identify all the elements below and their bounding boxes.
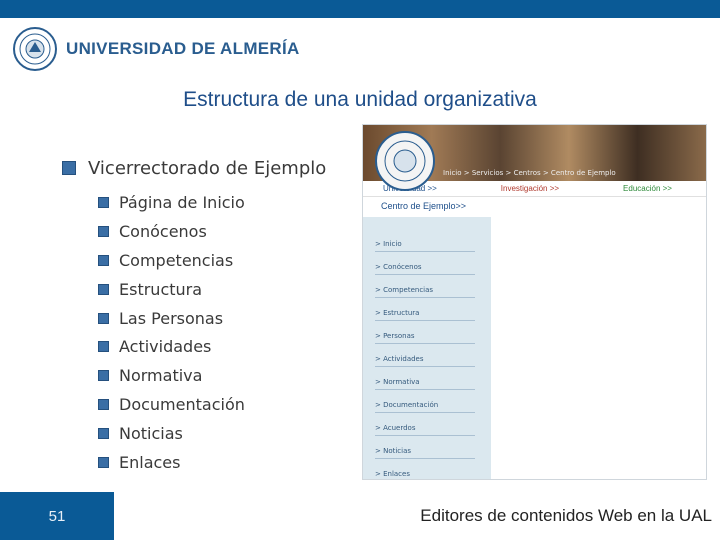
sub-bullet-text: Estructura: [119, 279, 203, 299]
bullet-square-icon: [98, 428, 109, 440]
sub-bullet-text: Página de Inicio: [119, 192, 245, 212]
sub-bullet: Enlaces: [98, 448, 326, 477]
sidebar-item[interactable]: > Noticias: [375, 436, 475, 459]
sidebar-item[interactable]: > Competencias: [375, 275, 475, 298]
slide-title: Estructura de una unidad organizativa: [183, 88, 537, 111]
site-sidebar: > Inicio > Conócenos > Competencias > Es…: [363, 217, 491, 479]
sub-bullet-list: Página de Inicio Conócenos Competencias …: [98, 188, 326, 477]
footer: 51 Editores de contenidos Web en la UAL: [0, 492, 720, 540]
sub-bullet-text: Actividades: [119, 337, 212, 357]
sub-bullet-text: Enlaces: [119, 452, 181, 472]
bullet-square-icon: [98, 254, 109, 266]
bullet-square-icon: [98, 283, 109, 295]
sub-bullet: Actividades: [98, 332, 326, 361]
bullet-square-icon: [98, 196, 109, 208]
sub-bullet-text: Documentación: [119, 395, 245, 415]
sub-bullet-text: Noticias: [119, 424, 183, 444]
top-bar: [0, 0, 720, 18]
sub-bullet-text: Competencias: [119, 250, 234, 270]
page-number: 51: [0, 492, 114, 540]
menu-investigacion[interactable]: Investigación >>: [501, 184, 559, 193]
sidebar-item[interactable]: > Personas: [375, 321, 475, 344]
bullet-square-icon: [98, 370, 109, 382]
sidebar-item[interactable]: > Estructura: [375, 298, 475, 321]
sub-bullet: Conócenos: [98, 217, 326, 246]
section-title: Centro de Ejemplo>>: [381, 201, 467, 211]
breadcrumb: Inicio > Servicios > Centros > Centro de…: [443, 169, 616, 177]
sidebar-item[interactable]: > Enlaces: [375, 459, 475, 479]
bullet-square-icon: [98, 456, 109, 468]
menu-educacion[interactable]: Educación >>: [623, 184, 672, 193]
bullet-square-icon: [98, 399, 109, 411]
bullet-square-icon: [98, 225, 109, 237]
sub-bullet: Página de Inicio: [98, 188, 326, 217]
bullet-square-icon: [98, 341, 109, 353]
sub-bullet-text: Normativa: [119, 366, 203, 386]
sub-bullet: Estructura: [98, 275, 326, 304]
bullet-list: Vicerrectorado de Ejemplo Página de Inic…: [62, 152, 326, 477]
sub-bullet: Competencias: [98, 246, 326, 275]
website-screenshot: Inicio > Servicios > Centros > Centro de…: [362, 124, 707, 480]
sidebar-item[interactable]: > Documentación: [375, 390, 475, 413]
main-bullet-text: Vicerrectorado de Ejemplo: [88, 157, 327, 179]
sidebar-item[interactable]: > Acuerdos: [375, 413, 475, 436]
sub-bullet: Documentación: [98, 390, 326, 419]
header-photo: Inicio > Servicios > Centros > Centro de…: [363, 125, 706, 191]
main-bullet: Vicerrectorado de Ejemplo: [62, 152, 326, 184]
bullet-square-icon: [62, 161, 76, 175]
university-name: UNIVERSIDAD DE ALMERÍA: [66, 39, 300, 58]
sub-bullet-text: Las Personas: [119, 308, 224, 328]
sidebar-item[interactable]: > Actividades: [375, 344, 475, 367]
footer-text: Editores de contenidos Web en la UAL: [114, 492, 720, 540]
sub-bullet: Noticias: [98, 419, 326, 448]
university-seal-icon: [13, 27, 57, 71]
sidebar-item[interactable]: > Inicio: [375, 229, 475, 252]
sub-bullet: Las Personas: [98, 304, 326, 333]
sidebar-item[interactable]: > Normativa: [375, 367, 475, 390]
university-seal-icon: [375, 131, 435, 191]
sidebar-item[interactable]: > Conócenos: [375, 252, 475, 275]
sub-bullet-text: Conócenos: [119, 221, 207, 241]
university-logo: UNIVERSIDAD DE ALMERÍA: [12, 26, 300, 72]
sub-bullet: Normativa: [98, 361, 326, 390]
bullet-square-icon: [98, 312, 109, 324]
